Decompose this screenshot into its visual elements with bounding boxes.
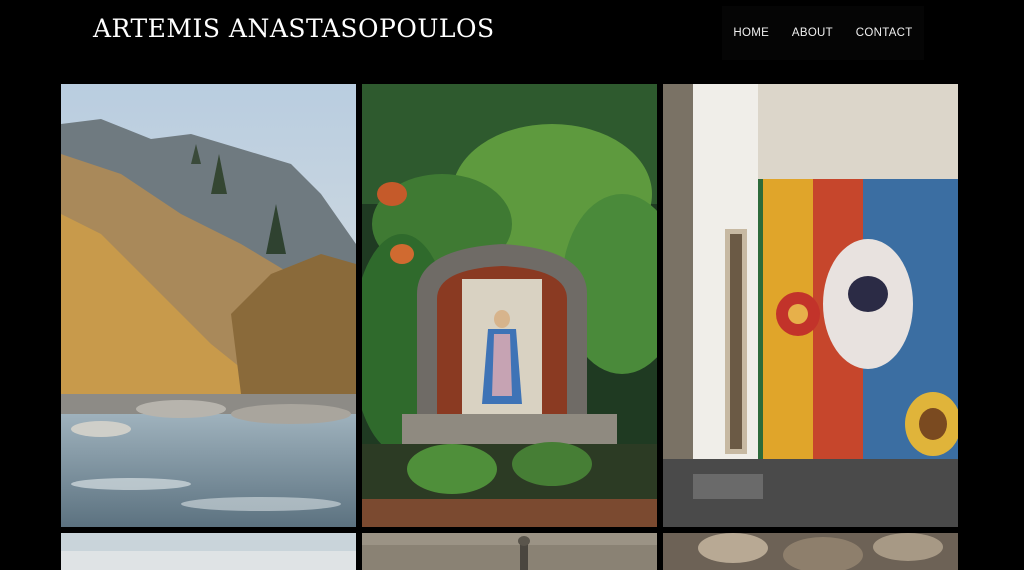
street-mural-photo[interactable] bbox=[663, 84, 958, 527]
nav-about-link[interactable]: ABOUT bbox=[792, 27, 833, 39]
madonna-shrine-photo[interactable] bbox=[362, 84, 657, 527]
rocks-photo[interactable] bbox=[663, 533, 958, 570]
site-title[interactable]: ARTEMIS ANASTASOPOULOS bbox=[93, 14, 495, 43]
sky-photo[interactable] bbox=[61, 533, 356, 570]
mountain-river-photo[interactable] bbox=[61, 84, 356, 527]
nav-home-link[interactable]: HOME bbox=[733, 27, 769, 39]
nav-contact-link[interactable]: CONTACT bbox=[856, 27, 913, 39]
stone-figure-photo[interactable] bbox=[362, 533, 657, 570]
main-nav: HOME ABOUT CONTACT bbox=[722, 6, 924, 60]
